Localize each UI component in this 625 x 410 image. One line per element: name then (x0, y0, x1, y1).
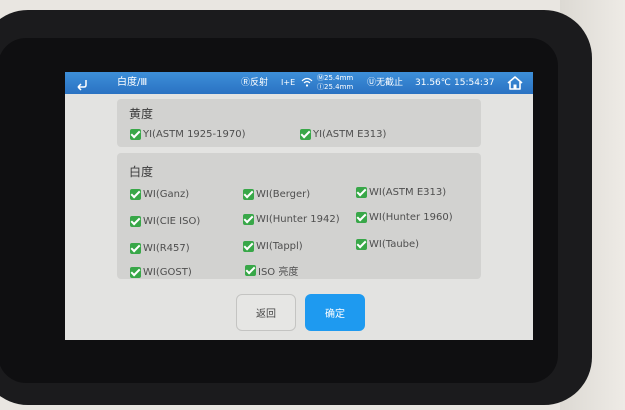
option-yi-astm-1925[interactable]: YI(ASTM 1925-1970) (130, 127, 245, 141)
option-wi-ganz[interactable]: WI(Ganz) (130, 187, 189, 201)
wifi-icon (301, 72, 315, 94)
checkbox-checked-icon[interactable] (130, 266, 141, 278)
whiteness-title: 白度 (129, 165, 154, 179)
aperture-top: Ⓜ25.4mm (317, 74, 354, 82)
option-wi-gost[interactable]: WI(GOST) (130, 265, 192, 279)
checkbox-checked-icon[interactable] (243, 213, 254, 225)
clock: 15:54:37 (454, 78, 495, 88)
checkbox-checked-icon[interactable] (130, 242, 141, 254)
option-wi-taube[interactable]: WI(Taube) (356, 237, 419, 251)
option-wi-hunter-1942[interactable]: WI(Hunter 1942) (243, 212, 340, 226)
checkbox-checked-icon[interactable] (245, 264, 256, 276)
yellowness-title: 黄度 (129, 107, 154, 121)
yellowness-panel: 黄度 YI(ASTM 1925-1970) YI(ASTM E313) (117, 99, 481, 147)
option-wi-berger[interactable]: WI(Berger) (243, 187, 310, 201)
uv-status: Ⓤ无截止 (367, 78, 404, 88)
checkbox-checked-icon[interactable] (356, 238, 367, 250)
checkbox-checked-icon[interactable] (243, 188, 254, 200)
page-title: 白度/Ⅲ (117, 77, 148, 88)
checkbox-checked-icon[interactable] (300, 128, 311, 140)
confirm-button[interactable]: 确定 (305, 294, 365, 331)
checkbox-checked-icon[interactable] (356, 186, 367, 198)
checkbox-checked-icon[interactable] (130, 215, 141, 227)
back-arrow-icon[interactable] (75, 72, 93, 94)
option-wi-hunter-1960[interactable]: WI(Hunter 1960) (356, 210, 453, 224)
measure-mode: Ⓡ反射 (241, 78, 269, 88)
status-bar: 白度/Ⅲ Ⓡ反射 I+E Ⓜ25.4mm Ⓘ25.4mm Ⓤ无截止 31.56℃… (65, 72, 533, 94)
whiteness-panel: 白度 WI(Ganz) WI(Berger) WI(ASTM E313) WI(… (117, 153, 481, 279)
device-screen: 白度/Ⅲ Ⓡ反射 I+E Ⓜ25.4mm Ⓘ25.4mm Ⓤ无截止 31.56℃… (65, 72, 533, 340)
temperature: 31.56℃ (415, 78, 451, 88)
option-wi-tappl[interactable]: WI(Tappl) (243, 239, 303, 253)
checkbox-checked-icon[interactable] (243, 240, 254, 252)
checkbox-checked-icon[interactable] (356, 211, 367, 223)
aperture-bottom: Ⓘ25.4mm (317, 83, 354, 91)
option-wi-astm-e313[interactable]: WI(ASTM E313) (356, 185, 446, 199)
checkbox-checked-icon[interactable] (130, 188, 141, 200)
back-button[interactable]: 返回 (236, 294, 296, 331)
checkbox-checked-icon[interactable] (130, 128, 141, 140)
option-wi-cie-iso[interactable]: WI(CIE ISO) (130, 214, 200, 228)
option-yi-astm-e313[interactable]: YI(ASTM E313) (300, 127, 386, 141)
option-iso-brightness[interactable]: ISO 亮度 (245, 263, 298, 278)
aperture-info: Ⓜ25.4mm Ⓘ25.4mm (317, 74, 353, 92)
specular-mode: I+E (281, 78, 296, 87)
option-wi-r457[interactable]: WI(R457) (130, 241, 190, 255)
home-icon[interactable] (506, 72, 526, 94)
